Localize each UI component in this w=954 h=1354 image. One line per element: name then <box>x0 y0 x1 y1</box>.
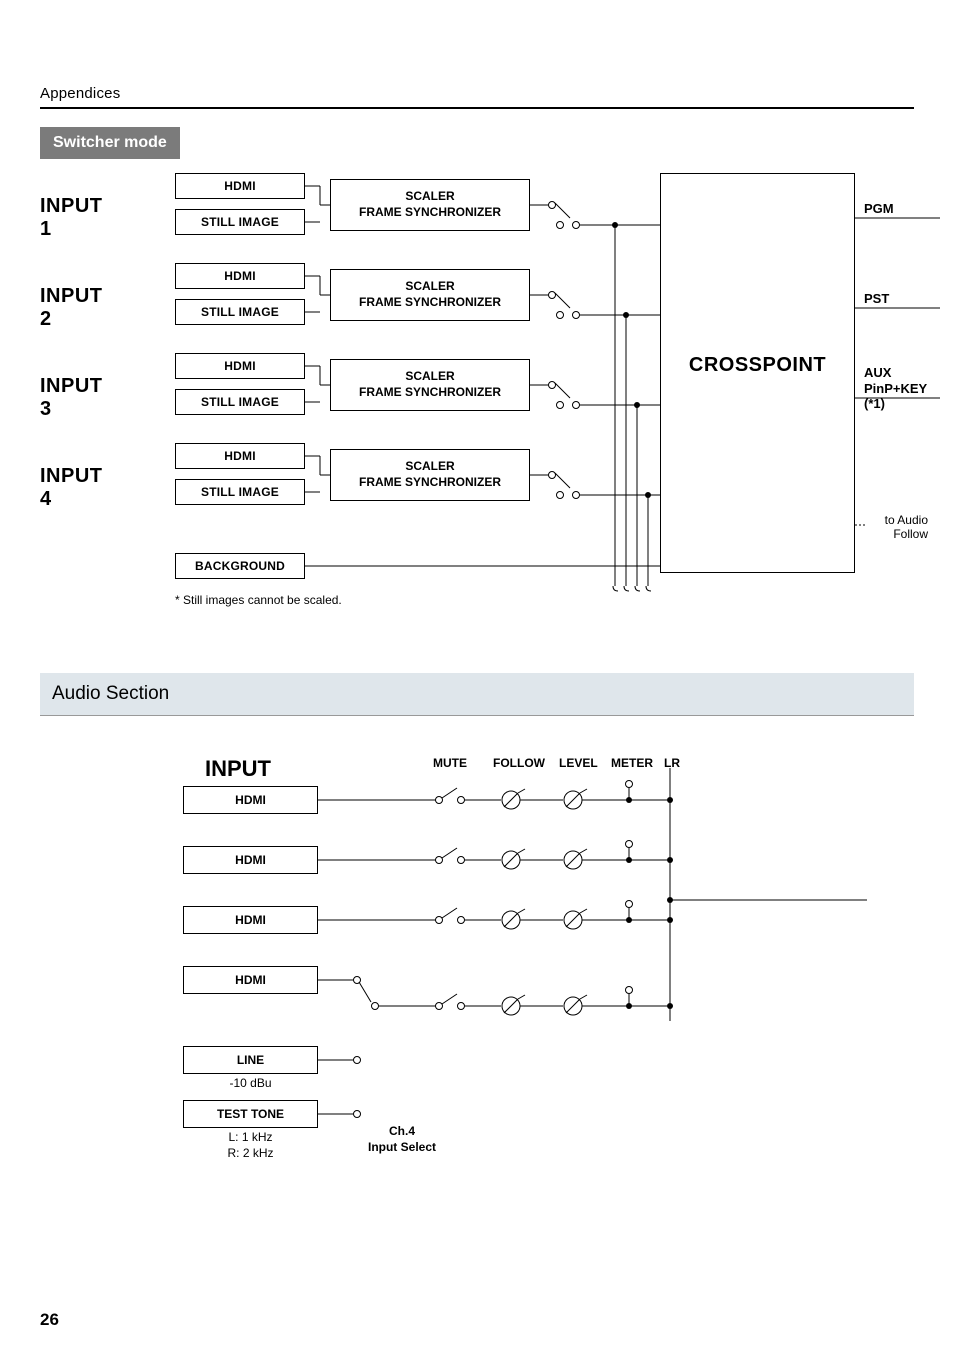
page-number: 26 <box>40 1310 59 1330</box>
video-wiring <box>40 173 940 643</box>
audio-wiring <box>167 756 867 1186</box>
header-rule <box>40 107 914 109</box>
audio-diagram: INPUT MUTE FOLLOW LEVEL METER LR HDMI HD… <box>167 756 914 1236</box>
video-diagram: INPUT 1 HDMI STILL IMAGE SCALER FRAME SY… <box>40 173 914 643</box>
audio-section-heading: Audio Section <box>40 673 914 716</box>
page-header: Appendices <box>40 85 914 102</box>
mode-label: Switcher mode <box>40 127 180 159</box>
